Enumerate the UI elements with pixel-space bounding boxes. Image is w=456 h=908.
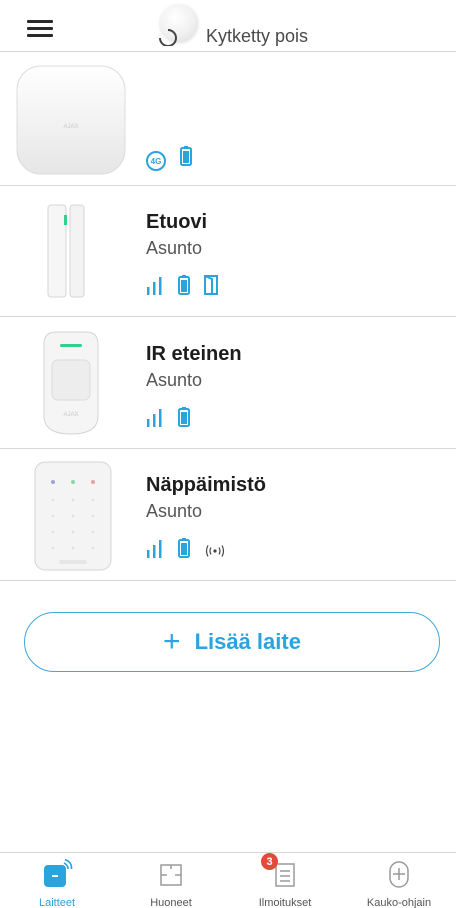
wireless-broadcast-icon	[204, 544, 226, 563]
menu-line	[27, 27, 53, 30]
device-room: Asunto	[146, 370, 203, 390]
status-label: Kytketty pois	[206, 25, 309, 46]
network-4g-icon: 4G	[146, 151, 166, 171]
tab-label: Laitteet	[38, 897, 76, 908]
signal-icon	[146, 540, 164, 563]
tab-label: Kauko-ohjain	[366, 897, 432, 908]
door-open-icon	[204, 274, 218, 300]
door-sensor-image	[40, 201, 100, 301]
tab-notifications[interactable]: 3 Ilmoitukset	[228, 853, 342, 908]
notification-count-badge: 3	[261, 853, 278, 870]
tab-devices[interactable]: Laitteet	[0, 853, 114, 908]
device-status-icons	[146, 538, 226, 563]
battery-icon	[178, 538, 190, 563]
devices-icon	[40, 858, 74, 894]
hub-logo: AJAX	[63, 124, 78, 130]
menu-button[interactable]	[27, 18, 57, 38]
plus-icon: +	[163, 625, 181, 658]
signal-icon	[146, 409, 164, 432]
device-room: Asunto	[146, 501, 203, 521]
add-device-label: Lisää laite	[194, 629, 301, 654]
keypad-image	[33, 460, 113, 572]
tab-rooms[interactable]: Huoneet	[114, 853, 228, 908]
device-row[interactable]: Etuovi Asunto	[0, 187, 456, 317]
hub-status-icons: 4G	[146, 146, 192, 171]
bottom-navigation: Laitteet Huoneet 3 Ilmoitukset Kauko-ohj	[0, 852, 456, 908]
device-name: Etuovi	[146, 211, 208, 233]
hub-image: AJAX	[15, 64, 127, 176]
tab-label: Huoneet	[150, 897, 192, 908]
device-name: IR eteinen	[146, 343, 242, 365]
motion-sensor-image: AJAX	[40, 330, 102, 438]
device-status-icons	[146, 407, 190, 432]
battery-icon	[178, 407, 190, 432]
rooms-icon	[156, 859, 186, 894]
disarmed-icon	[150, 4, 202, 50]
signal-icon	[146, 277, 164, 300]
device-room: Asunto	[146, 238, 203, 258]
device-name: Näppäimistö	[146, 474, 267, 496]
battery-icon	[180, 146, 192, 171]
device-logo: AJAX	[63, 412, 78, 418]
remote-control-icon	[384, 859, 414, 894]
menu-line	[27, 20, 53, 23]
tab-label: Ilmoitukset	[258, 897, 312, 908]
menu-line	[27, 34, 53, 37]
device-row[interactable]: Näppäimistö Asunto	[0, 450, 456, 581]
hub-row[interactable]: AJAX 4G	[0, 52, 456, 186]
security-status[interactable]: Kytketty pois	[150, 4, 308, 50]
battery-icon	[178, 275, 190, 300]
tab-remote-control[interactable]: Kauko-ohjain	[342, 853, 456, 908]
add-device-button[interactable]: + Lisää laite	[24, 612, 440, 672]
top-bar: Kytketty pois	[0, 0, 456, 52]
device-status-icons	[146, 274, 218, 300]
device-row[interactable]: AJAX IR eteinen Asunto	[0, 318, 456, 449]
